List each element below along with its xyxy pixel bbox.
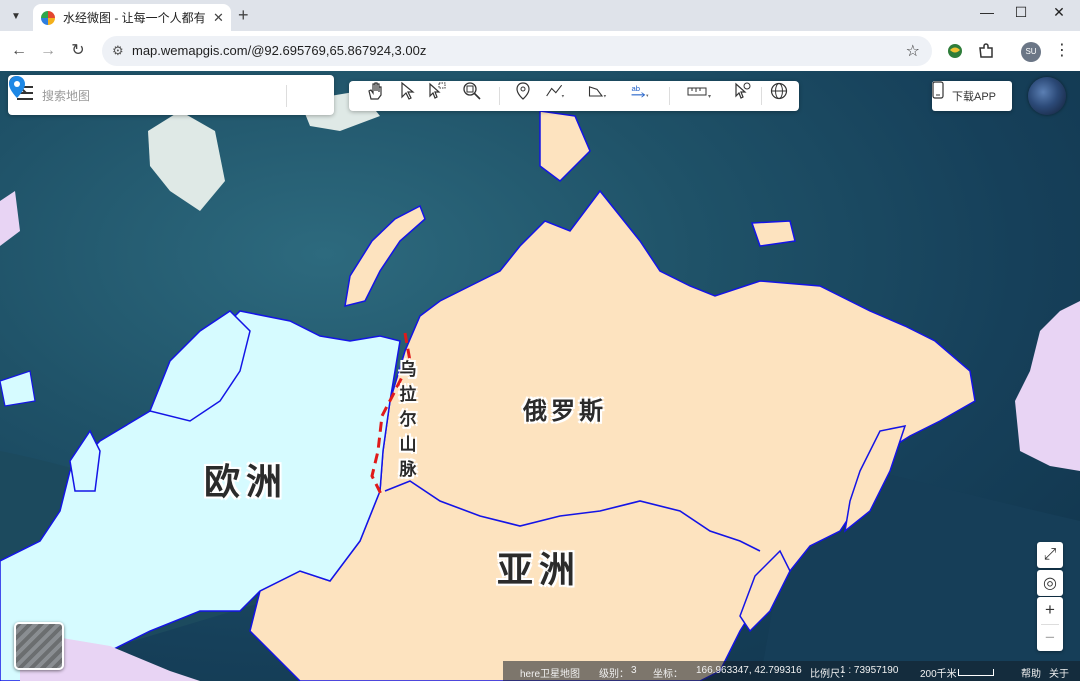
maximize-icon[interactable]: ☐ bbox=[1006, 4, 1036, 21]
tab-list-icon[interactable]: ▼ bbox=[6, 6, 26, 26]
new-siberian-islands bbox=[750, 220, 796, 247]
zoom-box-icon[interactable] bbox=[462, 81, 482, 101]
marker-icon[interactable] bbox=[513, 81, 533, 101]
svg-text:ab: ab bbox=[632, 84, 641, 93]
pan-hand-icon[interactable] bbox=[365, 81, 385, 101]
globe-icon[interactable] bbox=[769, 81, 789, 101]
divider bbox=[286, 85, 287, 107]
browser-menu-icon[interactable]: ⋮ bbox=[1054, 40, 1070, 60]
severnaya-zemlya-landmass bbox=[539, 110, 591, 182]
browser-toolbar: ← → ↻ ⚙ map.wemapgis.com/@92.695769,65.8… bbox=[0, 31, 1080, 71]
help-link[interactable]: 帮助 bbox=[1021, 665, 1041, 680]
novaya-zemlya-landmass bbox=[344, 204, 426, 308]
zoom-control: + − bbox=[1037, 597, 1063, 651]
tab-close-icon[interactable]: ✕ bbox=[213, 10, 224, 26]
svg-text:▾: ▾ bbox=[646, 93, 649, 98]
download-app-label: 下载APP bbox=[951, 91, 996, 103]
profile-avatar[interactable]: SU bbox=[1021, 42, 1041, 62]
drawing-toolbar: ▾ ▾ ab ▾ ▾ bbox=[349, 81, 799, 111]
divider bbox=[499, 87, 500, 105]
polyline-icon[interactable]: ▾ bbox=[545, 81, 565, 101]
phone-icon bbox=[932, 81, 944, 99]
scale-bar-label: 200千米 bbox=[920, 669, 957, 680]
back-icon[interactable]: ← bbox=[8, 40, 30, 62]
site-info-icon[interactable]: ⚙ bbox=[112, 43, 124, 59]
svg-text:▾: ▾ bbox=[604, 94, 607, 100]
coordinate-value: 166.963347, 42.799316 bbox=[696, 665, 802, 676]
iceland-landmass bbox=[0, 370, 36, 407]
extension-globe-icon[interactable] bbox=[946, 42, 964, 60]
divider bbox=[761, 87, 762, 105]
new-tab-icon[interactable]: + bbox=[238, 5, 249, 26]
identify-cursor-icon[interactable] bbox=[732, 81, 752, 101]
zoom-level-label: 级别： bbox=[599, 669, 629, 680]
zoom-level-value: 3 bbox=[631, 665, 637, 676]
site-favicon-icon bbox=[41, 10, 55, 25]
scale-value: 1 : 73957190 bbox=[840, 665, 899, 676]
reload-icon[interactable]: ↻ bbox=[67, 40, 89, 62]
asia-label: 亚洲 bbox=[497, 549, 582, 590]
greenland-landmass bbox=[0, 191, 20, 246]
address-bar[interactable]: ⚙ map.wemapgis.com/@92.695769,65.867924,… bbox=[102, 36, 932, 66]
svg-text:▾: ▾ bbox=[708, 94, 711, 100]
box-select-icon[interactable] bbox=[427, 81, 447, 101]
ural-mountains-label: 乌拉尔山脉 bbox=[399, 360, 417, 479]
fullscreen-icon[interactable]: ⤢ bbox=[1037, 542, 1063, 568]
zoom-in-button[interactable]: + bbox=[1037, 597, 1063, 623]
bookmark-star-icon[interactable]: ☆ bbox=[906, 41, 920, 61]
minimize-icon[interactable]: — bbox=[972, 4, 1002, 20]
europe-label: 欧洲 bbox=[204, 461, 289, 502]
browser-tab-bar: ▼ 水经微图 - 让每一个人都有自己 ✕ + — ☐ ✕ bbox=[0, 0, 1080, 31]
zoom-out-button[interactable]: − bbox=[1037, 625, 1063, 651]
divider bbox=[669, 87, 670, 105]
location-pin-icon[interactable] bbox=[8, 75, 26, 99]
basemap-switcher-thumbnail[interactable] bbox=[14, 622, 64, 670]
search-panel bbox=[8, 75, 334, 115]
alaska-landmass bbox=[1015, 301, 1080, 471]
3d-globe-toggle-icon[interactable] bbox=[1028, 77, 1066, 115]
browser-tab[interactable]: 水经微图 - 让每一个人都有自己 ✕ bbox=[33, 4, 231, 31]
tab-title: 水经微图 - 让每一个人都有自己 bbox=[63, 11, 205, 25]
scale-bar bbox=[958, 669, 994, 676]
download-app-button[interactable]: 下载APP bbox=[932, 81, 1012, 111]
locate-me-icon[interactable]: ◎ bbox=[1037, 570, 1063, 596]
forward-icon[interactable]: → bbox=[37, 40, 59, 62]
svalbard-landmass bbox=[148, 111, 225, 211]
map-canvas[interactable]: 欧洲 亚洲 俄罗斯 乌拉尔山脉 ▾ ▾ ab ▾ ▾ 下载APP bbox=[0, 71, 1080, 681]
window-close-icon[interactable]: ✕ bbox=[1044, 4, 1074, 21]
search-input[interactable] bbox=[40, 85, 244, 107]
britain-landmass bbox=[69, 429, 101, 492]
text-label-icon[interactable]: ab ▾ bbox=[630, 81, 650, 101]
select-arrow-icon[interactable] bbox=[397, 81, 417, 101]
extensions-puzzle-icon[interactable] bbox=[977, 42, 995, 60]
about-link[interactable]: 关于 bbox=[1049, 665, 1069, 680]
ruler-measure-icon[interactable]: ▾ bbox=[686, 81, 714, 101]
svg-text:▾: ▾ bbox=[562, 94, 565, 100]
layer-name: here卫星地图 bbox=[520, 669, 581, 680]
russia-label: 俄罗斯 bbox=[523, 398, 607, 425]
url-text[interactable]: map.wemapgis.com/@92.695769,65.867924,3.… bbox=[132, 43, 426, 58]
coordinate-label: 坐标： bbox=[653, 669, 683, 680]
polygon-icon[interactable]: ▾ bbox=[587, 81, 607, 101]
